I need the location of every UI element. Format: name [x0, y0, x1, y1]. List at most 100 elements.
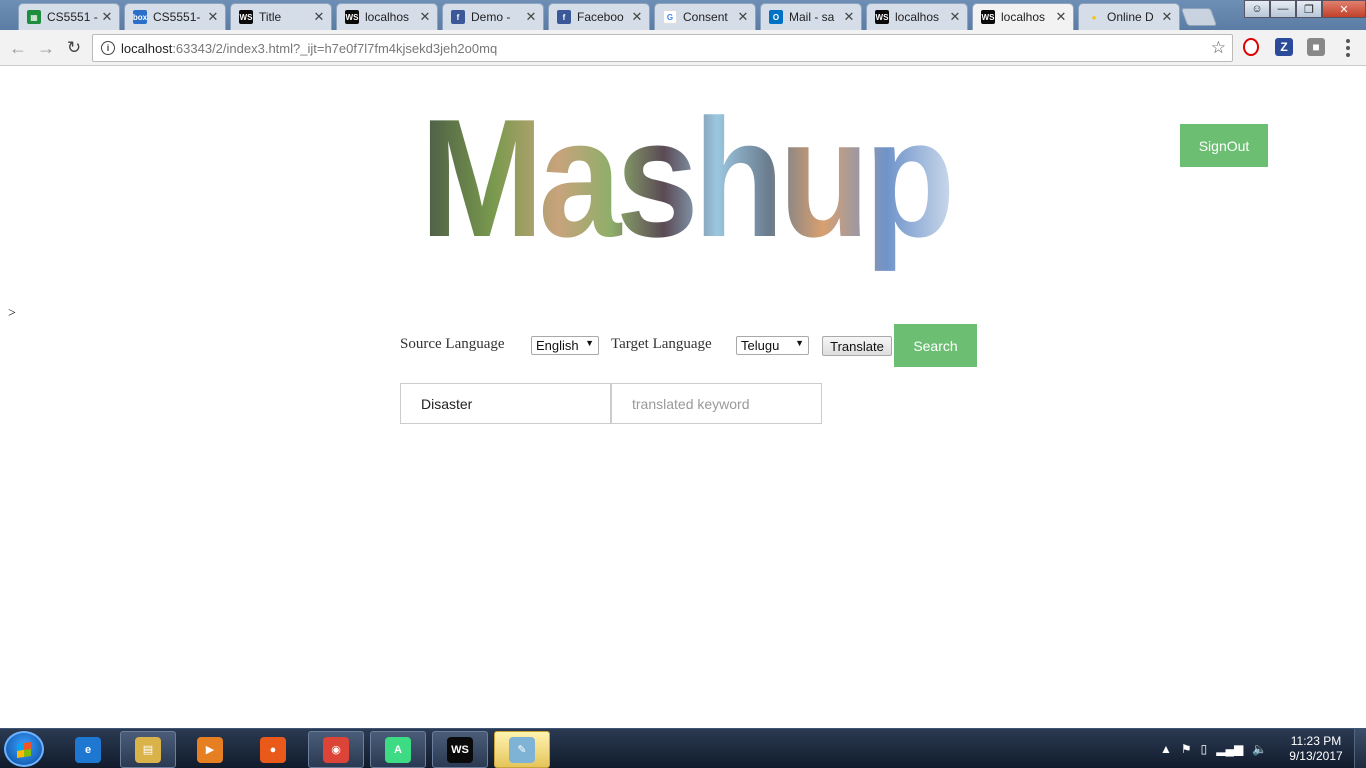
browser-toolbar: ← → ↻ i localhost:63343/2/index3.html?_i… — [0, 30, 1366, 66]
tab-close-icon[interactable]: ✕ — [419, 9, 431, 25]
battery-icon[interactable]: ▯ — [1201, 742, 1208, 756]
restore-button[interactable]: ❐ — [1296, 0, 1322, 18]
browser-tab[interactable]: O Mail - sa ✕ — [760, 3, 862, 30]
signout-button[interactable]: SignOut — [1180, 124, 1268, 167]
target-language-label: Target Language — [611, 336, 712, 352]
facebook-icon: f — [557, 10, 571, 24]
taskbar: e ▤ ▶ ● ◉ A WS ✎ ▲ ⚑ ▯ ▂▄▆ 🔈 11:23 PM 9/13/2017 — [0, 728, 1366, 768]
tab-close-icon[interactable]: ✕ — [1161, 9, 1173, 25]
tab-label: Consent — [683, 10, 728, 24]
network-signal-icon[interactable]: ▂▄▆ — [1216, 742, 1243, 756]
tab-close-icon[interactable]: ✕ — [207, 9, 219, 25]
tab-label: localhos — [895, 10, 940, 24]
browser-tab[interactable]: f Demo - ✕ — [442, 3, 544, 30]
firefox-icon: ● — [260, 736, 286, 763]
media-player-icon: ▶ — [197, 736, 223, 763]
tab-close-icon[interactable]: ✕ — [631, 9, 643, 25]
extension-icon[interactable]: ■ — [1307, 38, 1325, 56]
taskbar-app-button[interactable]: e — [60, 731, 116, 768]
webstorm-icon: WS — [345, 10, 359, 24]
url-host: localhost — [121, 40, 173, 56]
sheets-icon: ▦ — [27, 10, 41, 24]
target-language-value: Telugu — [741, 338, 780, 353]
minimize-button[interactable]: — — [1270, 0, 1296, 18]
show-desktop-button[interactable] — [1354, 729, 1366, 768]
browser-tab[interactable]: box CS5551- ✕ — [124, 3, 226, 30]
system-clock[interactable]: 11:23 PM 9/13/2017 — [1282, 734, 1350, 764]
translate-button[interactable]: Translate — [822, 336, 892, 356]
mashup-logo: Mashup — [420, 96, 956, 272]
taskbar-app-button[interactable]: A — [370, 731, 426, 768]
reload-icon[interactable]: ↻ — [62, 36, 86, 60]
browser-tab[interactable]: G Consent ✕ — [654, 3, 756, 30]
source-language-label: Source Language — [400, 336, 505, 352]
forward-icon[interactable]: → — [34, 36, 58, 60]
user-icon[interactable]: ☺ — [1244, 0, 1270, 18]
target-language-select[interactable]: Telugu ▼ — [736, 336, 809, 355]
chrome-icon: ◉ — [323, 736, 349, 763]
box-icon: box — [133, 10, 147, 24]
start-button[interactable] — [4, 731, 44, 767]
webstorm-icon: WS — [239, 10, 253, 24]
taskbar-app-button[interactable]: WS — [432, 731, 488, 768]
info-icon[interactable]: i — [101, 41, 115, 55]
stray-text: > — [8, 306, 16, 321]
keyword-input[interactable]: Disaster — [400, 383, 611, 424]
bookmark-star-icon[interactable]: ☆ — [1211, 38, 1226, 58]
internet-explorer-icon: e — [75, 736, 101, 763]
browser-tab[interactable]: f Faceboo ✕ — [548, 3, 650, 30]
search-button[interactable]: Search — [894, 324, 977, 367]
outlook-icon: O — [769, 10, 783, 24]
browser-tab[interactable]: WS Title ✕ — [230, 3, 332, 30]
url-path: :63343/2/index3.html?_ijt=h7e0f7l7fm4kjs… — [172, 40, 498, 56]
paint-icon: ✎ — [509, 736, 535, 763]
zotero-extension-icon[interactable]: Z — [1275, 38, 1293, 56]
browser-tab[interactable]: ● Online D ✕ — [1078, 3, 1180, 30]
browser-tab[interactable]: WS localhos ✕ — [336, 3, 438, 30]
browser-tab[interactable]: WS localhos ✕ — [972, 3, 1074, 30]
source-language-value: English — [536, 338, 579, 353]
taskbar-app-button[interactable]: ✎ — [494, 731, 550, 768]
show-hidden-icons-icon[interactable]: ▲ — [1160, 742, 1172, 756]
dropdown-arrow-icon: ▼ — [795, 338, 804, 348]
tab-close-icon[interactable]: ✕ — [737, 9, 749, 25]
tab-close-icon[interactable]: ✕ — [949, 9, 961, 25]
tab-label: Mail - sa — [789, 10, 835, 24]
tab-close-icon[interactable]: ✕ — [313, 9, 325, 25]
dropdown-arrow-icon: ▼ — [585, 338, 594, 348]
tab-label: CS5551- — [153, 10, 201, 24]
taskbar-app-button[interactable]: ● — [245, 731, 301, 768]
window-controls: ☺ — ❐ ✕ — [1244, 0, 1366, 18]
system-tray: ▲ ⚑ ▯ ▂▄▆ 🔈 — [1160, 729, 1267, 768]
opera-extension-icon[interactable] — [1243, 38, 1259, 56]
bulb-icon: ● — [1091, 12, 1097, 22]
translated-keyword-input[interactable]: translated keyword — [611, 383, 822, 424]
browser-tab[interactable]: WS localhos ✕ — [866, 3, 968, 30]
browser-tab[interactable]: ▦ CS5551 - ✕ — [18, 3, 120, 30]
tab-close-icon[interactable]: ✕ — [843, 9, 855, 25]
volume-muted-icon[interactable]: 🔈 — [1252, 742, 1267, 756]
webstorm-icon: WS — [875, 10, 889, 24]
logo-text: Mashup — [420, 96, 950, 272]
tab-close-icon[interactable]: ✕ — [1055, 9, 1067, 25]
source-language-select[interactable]: English ▼ — [531, 336, 599, 355]
windows-logo-icon — [17, 742, 31, 758]
taskbar-app-button[interactable]: ▤ — [120, 731, 176, 768]
browser-menu-icon[interactable] — [1342, 38, 1354, 58]
action-center-flag-icon[interactable]: ⚑ — [1181, 742, 1192, 756]
android-studio-icon: A — [385, 736, 411, 763]
new-tab-button[interactable] — [1180, 8, 1218, 26]
taskbar-app-button[interactable]: ◉ — [308, 731, 364, 768]
tab-label: localhos — [365, 10, 410, 24]
back-icon[interactable]: ← — [6, 36, 30, 60]
file-explorer-icon: ▤ — [135, 736, 161, 763]
google-icon: G — [663, 10, 677, 24]
tab-close-icon[interactable]: ✕ — [525, 9, 537, 25]
address-bar[interactable]: i localhost:63343/2/index3.html?_ijt=h7e… — [92, 34, 1233, 62]
browser-tab-strip: ▦ CS5551 - ✕ box CS5551- ✕ WS Title ✕ WS localhos ✕… — [0, 0, 1366, 30]
taskbar-app-button[interactable]: ▶ — [182, 731, 238, 768]
tab-label: Faceboo — [577, 10, 624, 24]
tab-close-icon[interactable]: ✕ — [101, 9, 113, 25]
webstorm-icon: WS — [447, 736, 473, 763]
close-window-button[interactable]: ✕ — [1322, 0, 1366, 18]
